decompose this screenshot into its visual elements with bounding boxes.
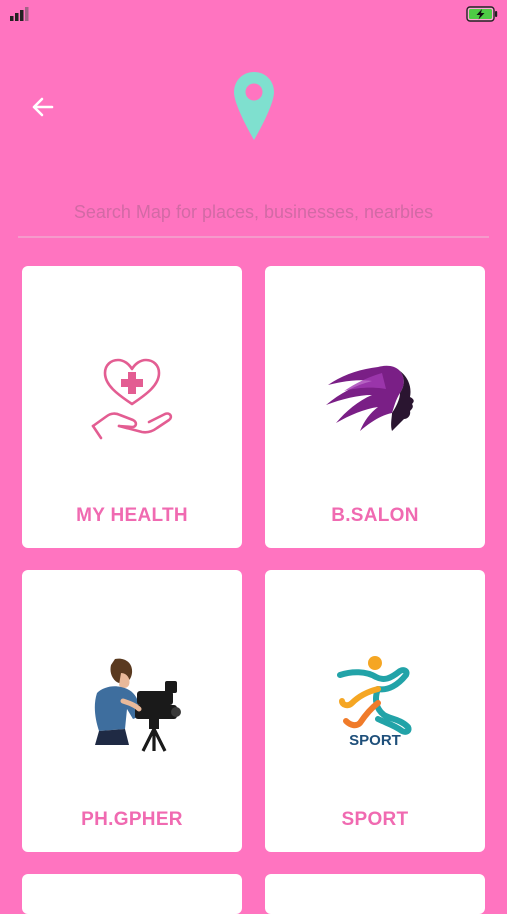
- search-input[interactable]: [18, 192, 489, 232]
- category-label: PH.GPHER: [81, 809, 183, 830]
- status-bar: [0, 0, 507, 30]
- search-bar[interactable]: [18, 192, 489, 238]
- hair-salon-icon: [326, 365, 414, 431]
- category-label: SPORT: [341, 809, 409, 830]
- icon-container: [22, 648, 242, 758]
- arrow-left-icon: [32, 97, 54, 117]
- category-label: B.SALON: [331, 505, 419, 526]
- category-card-my-health[interactable]: MY HEALTH: [22, 266, 242, 548]
- photographer-icon: [94, 658, 181, 752]
- back-button[interactable]: [28, 92, 58, 122]
- category-card-b-salon[interactable]: B.SALON: [265, 266, 485, 548]
- health-heart-hand-icon: [91, 358, 173, 440]
- icon-container: SPORT: [265, 648, 485, 758]
- category-card-partial-5[interactable]: [22, 874, 242, 914]
- svg-text:SPORT: SPORT: [349, 732, 401, 749]
- sport-runner-icon: SPORT: [337, 656, 412, 749]
- map-pin-icon: [234, 72, 274, 140]
- icon-container: [265, 344, 485, 454]
- category-card-photographer[interactable]: PH.GPHER: [22, 570, 242, 852]
- signal-icon: [10, 7, 29, 21]
- battery-charging-icon: [466, 6, 498, 22]
- icon-container: [22, 344, 242, 454]
- category-card-partial-6[interactable]: [265, 874, 485, 914]
- category-label: MY HEALTH: [76, 505, 188, 526]
- category-card-sport[interactable]: SPORT SPORT: [265, 570, 485, 852]
